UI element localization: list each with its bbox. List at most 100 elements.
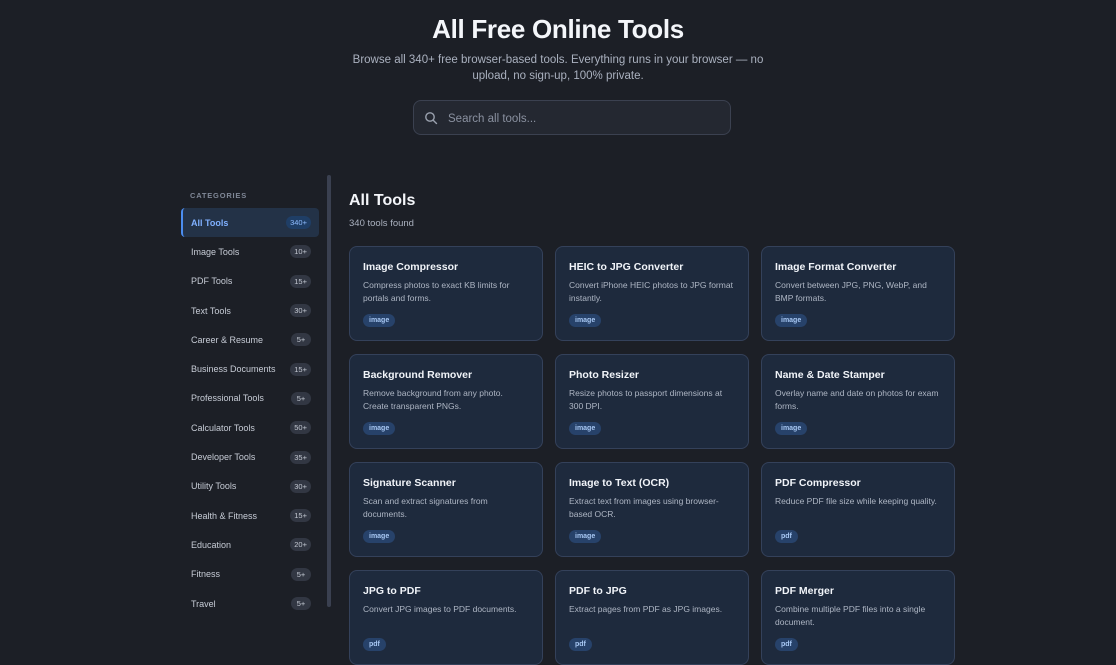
sidebar-item-count-badge: 15+	[290, 509, 311, 523]
sidebar-item-count-badge: 20+	[290, 538, 311, 552]
sidebar-item-professional-tools[interactable]: Professional Tools 5+	[181, 384, 319, 413]
tool-card[interactable]: PDF Merger Combine multiple PDF files int…	[761, 570, 955, 665]
tool-card-tag: image	[569, 422, 602, 435]
tool-card-tag: image	[569, 530, 602, 543]
tool-card-title: JPG to PDF	[363, 585, 421, 597]
sidebar-item-fitness[interactable]: Fitness 5+	[181, 560, 319, 589]
sidebar-item-label: Fitness	[191, 569, 221, 580]
sidebar-item-label: All Tools	[191, 217, 229, 228]
tool-card-title: Name & Date Stamper	[775, 369, 885, 381]
sidebar-item-count-badge: 5+	[291, 391, 311, 405]
tool-card-tag: image	[363, 314, 396, 327]
tool-card-tag: image	[775, 422, 808, 435]
tool-card[interactable]: Image to Text (OCR) Extract text from ima…	[555, 462, 749, 557]
tool-card-description: Convert JPG images to PDF documents.	[363, 604, 517, 614]
sidebar-item-label: Business Documents	[191, 364, 276, 375]
categories-heading: CATEGORIES	[190, 191, 248, 200]
sidebar-item-utility-tools[interactable]: Utility Tools 30+	[181, 472, 319, 501]
tool-card[interactable]: Image Format Converter Convert between JP…	[761, 246, 955, 341]
sidebar-item-count-badge: 30+	[290, 304, 311, 318]
tool-card-tag: pdf	[569, 638, 592, 651]
tool-card[interactable]: HEIC to JPG Converter Convert iPhone HEIC…	[555, 246, 749, 341]
sidebar-item-count-badge: 340+	[286, 216, 311, 230]
sidebar-item-label: Developer Tools	[191, 452, 256, 463]
tool-card-title: Signature Scanner	[363, 477, 456, 489]
sidebar-item-count-badge: 5+	[291, 567, 311, 581]
page-subtitle: Browse all 340+ free browser-based tools…	[352, 54, 764, 82]
sidebar-item-label: Professional Tools	[191, 393, 264, 404]
results-count: 340 tools found	[349, 218, 414, 229]
sidebar-item-count-badge: 30+	[290, 479, 311, 493]
sidebar-item-label: Calculator Tools	[191, 422, 255, 433]
sidebar-item-travel[interactable]: Travel 5+	[181, 589, 319, 618]
page-title: All Free Online Tools	[432, 14, 684, 44]
tool-card-title: PDF to JPG	[569, 585, 627, 597]
tool-card-tag: image	[569, 314, 602, 327]
tool-card-description: Extract text from images using browser-b…	[569, 496, 719, 519]
tool-card-description: Compress photos to exact KB limits for p…	[363, 280, 510, 303]
sidebar-item-health-fitness[interactable]: Health & Fitness 15+	[181, 501, 319, 530]
tool-card-description: Resize photos to passport dimensions at …	[569, 388, 723, 411]
sidebar-item-label: Travel	[191, 598, 216, 609]
sidebar-item-all-tools[interactable]: All Tools 340+	[181, 208, 319, 238]
sidebar-item-image-tools[interactable]: Image Tools 10+	[181, 237, 319, 266]
sidebar-item-count-badge: 15+	[290, 362, 311, 376]
tool-card-title: HEIC to JPG Converter	[569, 261, 684, 273]
tool-card-tag: image	[775, 314, 808, 327]
tool-card-tag: pdf	[363, 638, 386, 651]
sidebar-item-calculator-tools[interactable]: Calculator Tools 50+	[181, 413, 319, 442]
sidebar-item-label: Health & Fitness	[191, 510, 258, 521]
category-list: All Tools 340+ Image Tools 10+ PDF Tools 15+ T…	[181, 208, 319, 618]
sidebar-item-label: Text Tools	[191, 305, 231, 316]
sidebar-item-business-documents[interactable]: Business Documents 15+	[181, 354, 319, 383]
tool-card-title: Photo Resizer	[569, 369, 640, 381]
tool-card[interactable]: Background Remover Remove background from…	[349, 354, 543, 449]
tool-card-description: Remove background from any photo. Create…	[363, 388, 503, 411]
sidebar-item-label: Career & Resume	[191, 334, 264, 345]
sidebar-item-label: PDF Tools	[191, 276, 233, 287]
tool-card-description: Convert iPhone HEIC photos to JPG format…	[569, 280, 733, 303]
tool-card-tag: image	[363, 422, 396, 435]
search-icon	[425, 112, 438, 125]
sidebar-item-label: Utility Tools	[191, 481, 237, 492]
tool-card-description: Scan and extract signatures from documen…	[363, 496, 488, 519]
sidebar-item-count-badge: 50+	[290, 421, 311, 435]
tool-card-title: Image to Text (OCR)	[569, 477, 670, 489]
tool-card[interactable]: Photo Resizer Resize photos to passport d…	[555, 354, 749, 449]
sidebar-item-pdf-tools[interactable]: PDF Tools 15+	[181, 267, 319, 296]
category-sidebar: CATEGORIES All Tools 340+ Image Tools 10+ PD…	[181, 175, 331, 610]
tool-card-tag: pdf	[775, 638, 798, 651]
tool-card-title: PDF Merger	[775, 585, 834, 597]
tool-card-description: Reduce PDF file size while keeping quali…	[775, 496, 937, 506]
sidebar-item-education[interactable]: Education 20+	[181, 530, 319, 559]
tool-card-title: Image Compressor	[363, 261, 459, 273]
tool-card[interactable]: Signature Scanner Scan and extract signat…	[349, 462, 543, 557]
sidebar-item-label: Image Tools	[191, 246, 240, 257]
tool-card[interactable]: PDF to JPG Extract pages from PDF as JPG …	[555, 570, 749, 665]
search-box[interactable]	[413, 100, 731, 136]
tool-card-tag: pdf	[775, 530, 798, 543]
sidebar-item-count-badge: 15+	[290, 274, 311, 288]
sidebar-item-count-badge: 5+	[291, 333, 311, 347]
sidebar-item-developer-tools[interactable]: Developer Tools 35+	[181, 442, 319, 471]
sidebar-item-career-resume[interactable]: Career & Resume 5+	[181, 325, 319, 354]
tool-card-description: Convert between JPG, PNG, WebP, and BMP …	[775, 280, 927, 303]
sidebar-item-text-tools[interactable]: Text Tools 30+	[181, 296, 319, 325]
tool-card[interactable]: JPG to PDF Convert JPG images to PDF docu…	[349, 570, 543, 665]
section-title: All Tools	[349, 192, 416, 209]
tool-card-title: Image Format Converter	[775, 261, 897, 273]
tool-card-title: PDF Compressor	[775, 477, 861, 489]
sidebar-scrollbar[interactable]	[327, 175, 331, 607]
tool-card-description: Extract pages from PDF as JPG images.	[569, 604, 723, 614]
sidebar-item-count-badge: 10+	[290, 245, 311, 259]
search-input[interactable]	[446, 101, 720, 136]
sidebar-item-label: Education	[191, 539, 232, 550]
tool-card-tag: image	[363, 530, 396, 543]
tool-card-description: Overlay name and date on photos for exam…	[775, 388, 939, 411]
tool-card[interactable]: PDF Compressor Reduce PDF file size while…	[761, 462, 955, 557]
sidebar-item-count-badge: 35+	[290, 450, 311, 464]
tool-card[interactable]: Image Compressor Compress photos to exact…	[349, 246, 543, 341]
tool-card-title: Background Remover	[363, 369, 473, 381]
sidebar-item-count-badge: 5+	[291, 597, 311, 610]
tool-card[interactable]: Name & Date Stamper Overlay name and date…	[761, 354, 955, 449]
